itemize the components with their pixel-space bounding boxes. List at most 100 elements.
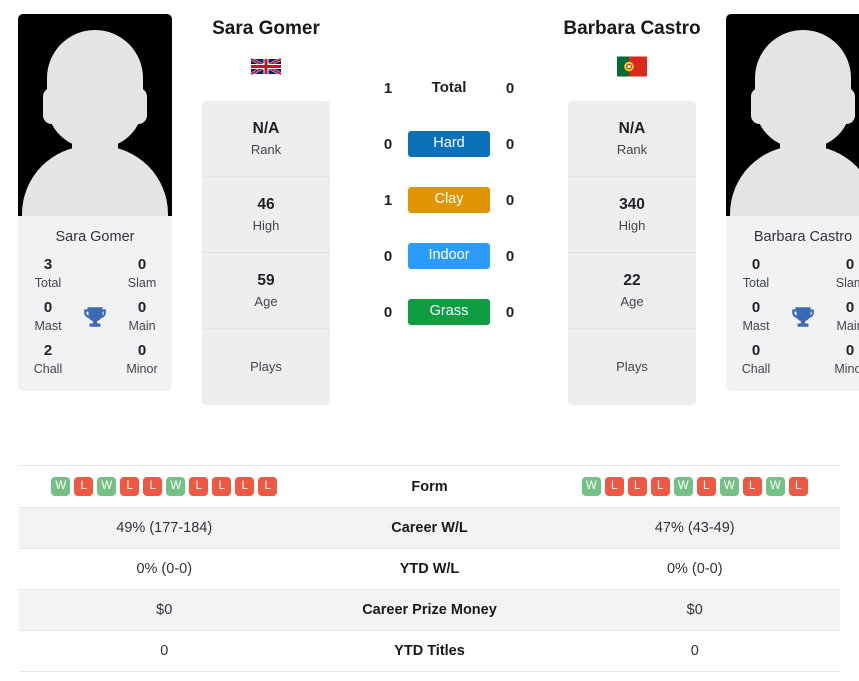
- form-badge-win: W: [719, 477, 739, 496]
- gb-flag-icon: [251, 57, 281, 76]
- career-wl-left: 49% (177-184): [116, 520, 213, 536]
- form-right: WLLLWLWLWL: [550, 477, 841, 496]
- ytd-wl-left: 0% (0-0): [136, 561, 193, 577]
- player-info-left: Sara Gomer N/A Rank 46 High 59 Age Plays: [176, 14, 356, 405]
- titles-slam-right: 0 Slam: [826, 256, 859, 291]
- h2h-grass-label-wrap: Grass: [408, 298, 490, 326]
- form-strip-right: WLLLWLWLWL: [581, 477, 808, 496]
- player-name-left[interactable]: Sara Gomer: [212, 14, 320, 48]
- h2h-total-row: 1 Total 0: [356, 60, 542, 116]
- titles-grid-right: 0 Total 0 Slam 0 Mast 0: [726, 256, 859, 391]
- age-label-left: Age: [254, 293, 278, 309]
- silhouette-ear-right-icon: [838, 88, 855, 124]
- form-left: WLWLLWLLLL: [19, 477, 310, 496]
- table-row-career-prize-money: $0 Career Prize Money $0: [19, 590, 840, 631]
- h2h-hard-row: 0 Hard 0: [356, 116, 542, 172]
- form-badge-win: W: [673, 477, 693, 496]
- titles-main-value-left: 0: [137, 299, 147, 316]
- age-row-right: 22 Age: [568, 253, 696, 329]
- form-badge-loss: L: [788, 477, 808, 496]
- h2h-grass-right-score: 0: [505, 303, 515, 321]
- career-wl-right: 47% (43-49): [654, 520, 735, 536]
- titles-mast-value-right: 0: [751, 299, 761, 316]
- form-badge-loss: L: [604, 477, 624, 496]
- titles-minor-right: 0 Minor: [826, 342, 859, 377]
- form-badge-loss: L: [120, 477, 140, 496]
- h2h-total-right-score: 0: [505, 79, 515, 97]
- surface-badge-hard[interactable]: Hard: [408, 130, 490, 158]
- age-label-right: Age: [620, 293, 644, 309]
- silhouette-ear-right-icon: [130, 88, 147, 124]
- silhouette-ear-left-icon: [43, 88, 60, 124]
- plays-row-left: Plays: [202, 329, 330, 405]
- plays-label-left: Plays: [250, 359, 282, 375]
- h2h-center-column: 1 Total 0 0 Hard 0 1 Clay 0 0 Indoor 0 0…: [356, 14, 542, 340]
- form-badge-win: W: [765, 477, 785, 496]
- titles-main-value-right: 0: [845, 299, 855, 316]
- high-label-left: High: [252, 217, 280, 233]
- player-card-right: Barbara Castro 0 Total 0 Slam 0 Mast: [726, 14, 859, 391]
- rank-row-left: N/A Rank: [202, 101, 330, 177]
- titles-chall-value-right: 0: [751, 342, 761, 359]
- titles-slam-label-left: Slam: [127, 275, 157, 290]
- silhouette-head-icon: [755, 30, 851, 148]
- titles-slam-label-right: Slam: [835, 275, 859, 290]
- form-badge-loss: L: [235, 477, 255, 496]
- titles-mast-label-right: Mast: [742, 318, 770, 333]
- player-card-left: Sara Gomer 3 Total 0 Slam 0 Mast 0 Main …: [18, 14, 172, 391]
- form-row-label: Form: [411, 478, 448, 495]
- surface-badge-clay[interactable]: Clay: [408, 186, 490, 214]
- titles-main-left: 0 Main: [118, 299, 166, 334]
- titles-chall-right: 0 Chall: [732, 342, 780, 377]
- surface-badge-grass[interactable]: Grass: [408, 298, 490, 326]
- titles-chall-value-left: 2: [43, 342, 53, 359]
- h2h-indoor-row: 0 Indoor 0: [356, 228, 542, 284]
- titles-total-right: 0 Total: [732, 256, 780, 291]
- table-row-ytd-wl: 0% (0-0) YTD W/L 0% (0-0): [19, 549, 840, 590]
- titles-mast-label-left: Mast: [34, 318, 62, 333]
- form-badge-win: W: [97, 477, 117, 496]
- career-prize-money-right: $0: [686, 602, 703, 618]
- h2h-clay-right-score: 0: [505, 191, 515, 209]
- high-row-right: 340 High: [568, 177, 696, 253]
- avatar-left: [18, 14, 172, 216]
- form-strip-left: WLWLLWLLLL: [51, 477, 278, 496]
- form-badge-loss: L: [627, 477, 647, 496]
- h2h-comparison-page: Sara Gomer 3 Total 0 Slam 0 Mast 0 Main …: [0, 0, 859, 681]
- table-row-form: WLWLLWLLLL Form WLLLWLWLWL: [19, 466, 840, 508]
- titles-main-label-left: Main: [128, 318, 156, 333]
- silhouette-head-icon: [47, 30, 143, 148]
- high-label-right: High: [618, 217, 646, 233]
- titles-total-left: 3 Total: [24, 256, 72, 291]
- h2h-grass-left-score: 0: [383, 303, 393, 321]
- player-name-right[interactable]: Barbara Castro: [563, 14, 700, 48]
- rank-label-left: Rank: [250, 141, 282, 157]
- stats-card-right: N/A Rank 340 High 22 Age Plays: [568, 101, 696, 405]
- middle-section: Sara Gomer N/A Rank 46 High 59 Age Plays…: [172, 14, 726, 405]
- form-badge-loss: L: [650, 477, 670, 496]
- form-badge-win: W: [166, 477, 186, 496]
- rank-label-right: Rank: [616, 141, 648, 157]
- titles-main-label-right: Main: [836, 318, 859, 333]
- titles-main-right: 0 Main: [826, 299, 859, 334]
- table-row-career-wl: 49% (177-184) Career W/L 47% (43-49): [19, 508, 840, 549]
- ytd-titles-label: YTD Titles: [394, 643, 465, 659]
- rank-value-right: N/A: [618, 119, 646, 137]
- h2h-clay-left-score: 1: [383, 191, 393, 209]
- career-prize-money-label: Career Prize Money: [362, 602, 497, 618]
- titles-chall-left: 2 Chall: [24, 342, 72, 377]
- titles-slam-value-right: 0: [845, 256, 855, 273]
- titles-grid-left: 3 Total 0 Slam 0 Mast 0 Main 2 Chall 0 M…: [18, 256, 172, 391]
- ytd-titles-right: 0: [690, 643, 699, 659]
- table-row-ytd-titles: 0 YTD Titles 0: [19, 631, 840, 672]
- age-value-right: 22: [623, 271, 641, 289]
- h2h-hard-left-score: 0: [383, 135, 393, 153]
- titles-minor-value-right: 0: [845, 342, 855, 359]
- trophy-icon: [780, 304, 826, 330]
- surface-badge-indoor[interactable]: Indoor: [408, 242, 490, 270]
- player-card-name-left: Sara Gomer: [55, 229, 135, 245]
- pt-flag-icon: [617, 56, 647, 77]
- h2h-clay-row: 1 Clay 0: [356, 172, 542, 228]
- titles-mast-left: 0 Mast: [24, 299, 72, 334]
- plays-row-right: Plays: [568, 329, 696, 405]
